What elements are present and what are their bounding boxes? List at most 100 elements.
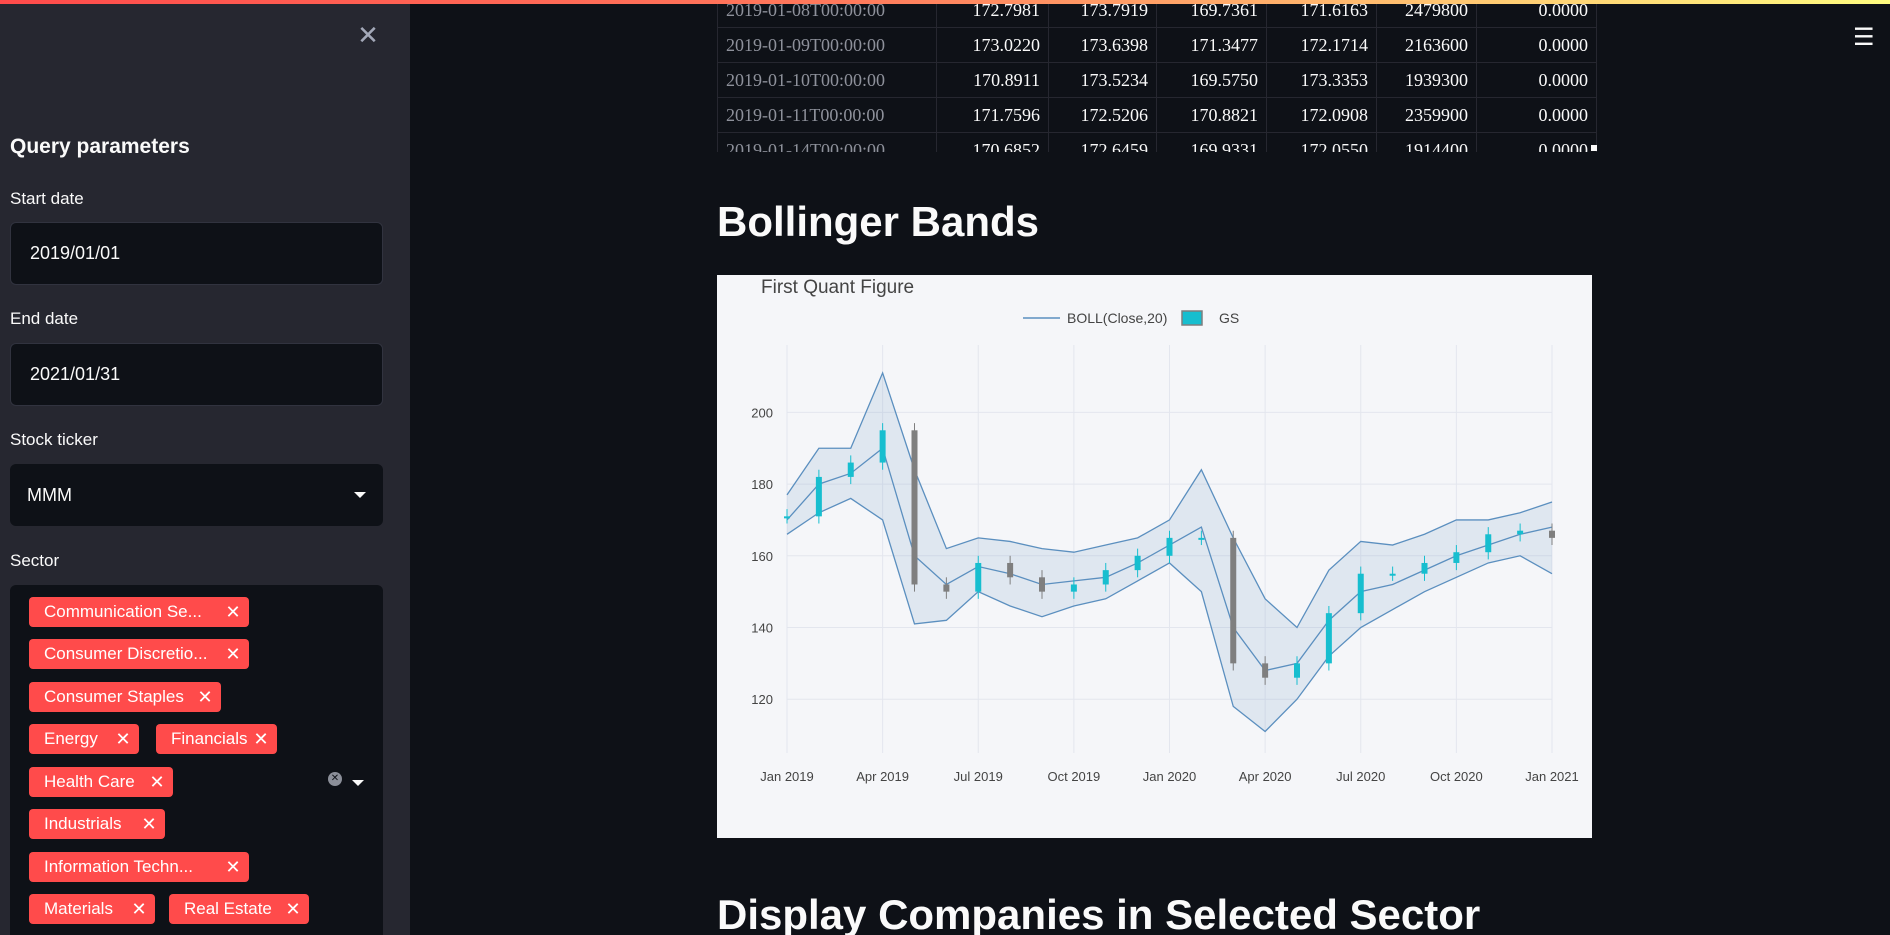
x-tick-label: Oct 2019 [1047,769,1100,784]
sector-tag: Health Care ✕ [29,767,173,797]
sector-tag: Real Estate ✕ [169,894,309,924]
x-tick-label: Jan 2020 [1143,769,1197,784]
sector-tag: Consumer Staples ✕ [29,682,221,712]
table-cell-date: 2019-01-14T00:00:00 [717,132,937,152]
sidebar-title: Query parameters [10,135,190,158]
top-decoration-bar [0,0,1890,4]
table-cell: 173.0220 [936,27,1049,63]
candle-body [1421,562,1428,574]
x-icon[interactable]: ✕ [285,894,301,924]
sector-tag-label: Information Techn... [44,857,193,876]
sector-tag: Information Techn... ✕ [29,852,249,882]
table-cell: 169.5750 [1156,62,1267,98]
table-cell: 1939300 [1376,62,1477,98]
x-tick-label: Apr 2019 [856,769,909,784]
candle-body [943,584,950,592]
legend-swatch-gs [1181,310,1203,326]
table-cell: 0.0000 [1476,0,1597,28]
y-tick-label: 120 [751,692,773,707]
sector-tag: Industrials ✕ [29,809,165,839]
candle-body [1039,577,1045,592]
legend-label: BOLL(Close,20) [1067,310,1167,326]
table-cell: 172.7981 [936,0,1049,28]
table-cell: 2479800 [1376,0,1477,28]
candle-body [911,430,918,585]
table-cell: 0.0000 [1476,62,1597,98]
table-resize-handle[interactable] [1591,145,1597,151]
table-cell-date: 2019-01-10T00:00:00 [717,62,937,98]
legend-label: GS [1219,310,1239,326]
close-icon[interactable]: ✕ [356,22,380,48]
table-row: 2019-01-10T00:00:00 170.8911 173.5234 169.5… [717,62,1597,98]
table-cell-date: 2019-01-09T00:00:00 [717,27,937,63]
start-date-label: Start date [10,189,84,208]
chart-svg: First Quant Figure BOLL(Close,20) GS 120 140… [751,277,1579,784]
table-cell: 171.7596 [936,97,1049,133]
x-icon[interactable]: ✕ [149,767,165,797]
table-cell: 0.0000 [1476,27,1597,63]
sector-tag-label: Consumer Staples [44,687,184,706]
candle-body [1389,573,1396,576]
candle-body [1134,555,1141,571]
end-date-input[interactable]: 2021/01/31 [10,343,383,406]
stock-ticker-label: Stock ticker [10,430,98,449]
x-icon[interactable]: ✕ [115,724,131,754]
table-cell: 171.3477 [1156,27,1267,63]
table-row: 2019-01-08T00:00:00 172.7981 173.7919 169.7… [717,0,1597,28]
x-icon[interactable]: ✕ [225,597,241,627]
candle-body [1070,584,1077,592]
sector-tag-label: Financials [171,729,248,748]
table-cell: 2163600 [1376,27,1477,63]
sector-multiselect[interactable]: Communication Se... ✕ Consumer Discretio.… [10,585,383,935]
candle-body [975,562,982,592]
candle-body [1453,552,1460,563]
candle-body [1357,573,1364,614]
table-row: 2019-01-14T00:00:00 170.6852 172.6459 169.9… [717,132,1597,152]
end-date-label: End date [10,309,79,328]
candle-body [815,476,822,517]
candle-body [784,516,790,519]
sector-tag-label: Energy [44,729,98,748]
data-table-container[interactable]: 2019-01-08T00:00:00 172.7981 173.7919 169.7… [717,0,1597,152]
y-tick-label: 180 [751,477,773,492]
x-icon[interactable]: ✕ [225,852,241,882]
sector-tag-label: Consumer Discretio... [44,644,208,663]
table-cell: 169.7361 [1156,0,1267,28]
companies-heading: Display Companies in Selected Sector [717,891,1481,935]
x-icon[interactable]: ✕ [225,639,241,669]
candle-body [847,462,854,477]
sector-tag-label: Communication Se... [44,602,202,621]
sector-tag: Financials ✕ [156,724,277,754]
table-cell: 2359900 [1376,97,1477,133]
x-tick-label: Jan 2021 [1525,769,1579,784]
sector-label: Sector [10,551,60,570]
x-icon[interactable]: ✕ [131,894,147,924]
candle-body [1166,537,1173,556]
table-cell: 0.0000 [1476,97,1597,133]
x-tick-label: Jul 2019 [954,769,1003,784]
data-table: 2019-01-08T00:00:00 172.7981 173.7919 169.7… [717,0,1597,152]
candle-body [1549,530,1555,538]
hamburger-menu-icon[interactable]: ☰ [1853,26,1875,50]
sector-tag: Consumer Discretio... ✕ [29,639,249,669]
x-icon[interactable]: ✕ [197,682,213,712]
table-cell: 171.6163 [1266,0,1377,28]
bollinger-chart[interactable]: First Quant Figure BOLL(Close,20) GS 120 140… [717,275,1592,838]
chart-title: First Quant Figure [761,277,914,298]
candle-body [1325,613,1332,664]
table-cell: 173.5234 [1048,62,1157,98]
stock-ticker-select[interactable]: MMM [10,464,383,526]
sector-tag: Energy ✕ [29,724,139,754]
x-icon[interactable]: ✕ [141,809,157,839]
x-tick-label: Jul 2020 [1336,769,1385,784]
x-icon[interactable]: ✕ [253,724,269,754]
start-date-input[interactable]: 2019/01/01 [10,222,383,285]
clear-circle-icon[interactable]: ✕ [328,772,342,786]
candle-body [1485,534,1492,553]
chevron-down-icon[interactable] [352,780,364,786]
table-cell: 173.6398 [1048,27,1157,63]
table-cell: 170.8821 [1156,97,1267,133]
table-cell: 172.0908 [1266,97,1377,133]
table-cell: 0.0000 [1476,132,1597,152]
sector-tag-label: Industrials [44,814,122,833]
